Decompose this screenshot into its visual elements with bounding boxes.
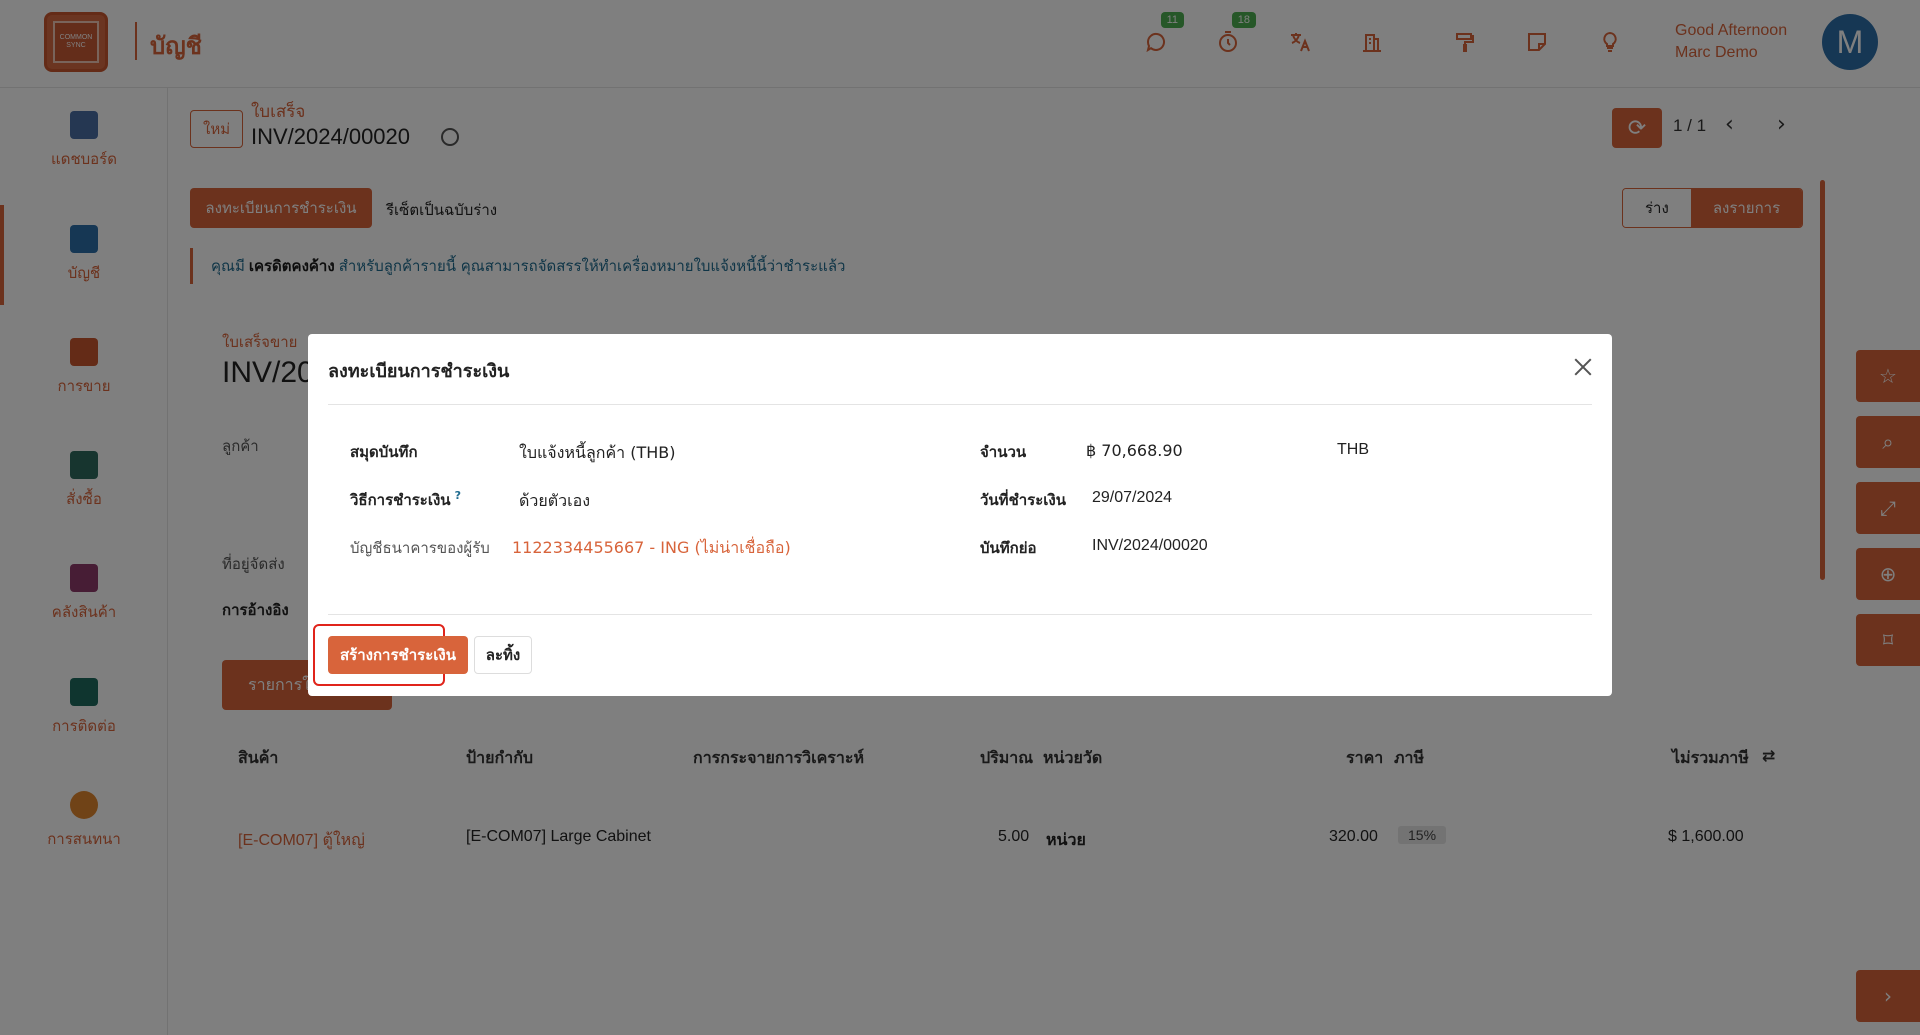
dialog-footer-divider	[328, 614, 1592, 615]
payment-date-label: วันที่ชำระเงิน	[980, 491, 1066, 509]
recipient-bank-field[interactable]: 1122334455667 - ING (ไม่น่าเชื่อถือ)	[512, 536, 791, 561]
journal-label: สมุดบันทึก	[350, 443, 418, 461]
create-payment-button[interactable]: สร้างการชำระเงิน	[328, 636, 468, 674]
amount-field[interactable]: ฿ 70,668.90	[1086, 441, 1183, 460]
memo-field[interactable]: INV/2024/00020	[1092, 537, 1208, 555]
journal-field[interactable]: ใบแจ้งหนี้ลูกค้า (THB)	[519, 441, 675, 466]
payment-method-field[interactable]: ด้วยตัวเอง	[519, 489, 590, 514]
discard-button[interactable]: ละทิ้ง	[474, 636, 532, 674]
amount-label: จำนวน	[980, 443, 1027, 461]
dialog-header-divider	[328, 404, 1592, 405]
payment-method-label-text: วิธีการชำระเงิน	[350, 491, 451, 509]
recipient-bank-label: บัญชีธนาคารของผู้รับ	[350, 539, 490, 557]
dialog-title: ลงทะเบียนการชำระเงิน	[328, 361, 510, 382]
close-icon[interactable]	[1570, 354, 1596, 380]
help-tooltip-icon[interactable]: ?	[455, 489, 461, 502]
register-payment-dialog: ลงทะเบียนการชำระเงิน สมุดบันทึก ใบแจ้งหน…	[308, 334, 1612, 696]
payment-method-label: วิธีการชำระเงิน?	[350, 488, 461, 512]
currency-field[interactable]: THB	[1337, 441, 1369, 459]
memo-label: บันทึกย่อ	[980, 539, 1037, 557]
payment-date-field[interactable]: 29/07/2024	[1092, 489, 1172, 507]
